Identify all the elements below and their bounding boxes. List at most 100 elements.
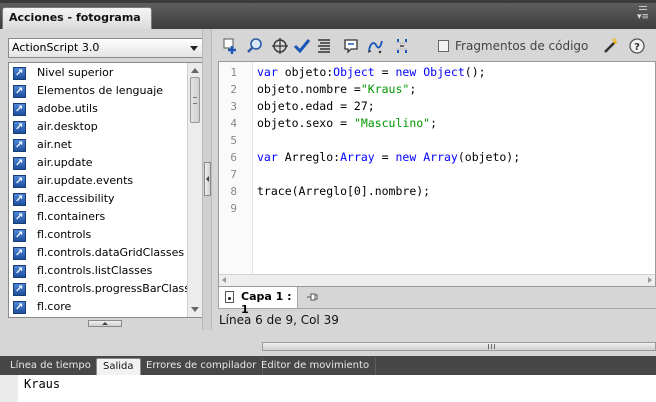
code-string: "Kraus" — [360, 82, 410, 96]
code-line[interactable]: trace(Arreglo[0].nombre); — [257, 183, 430, 200]
bottom-tab[interactable]: Salida — [96, 358, 141, 375]
code-line[interactable]: var objeto:Object = new Object(); — [257, 64, 486, 81]
code-text: objeto: — [277, 65, 334, 79]
library-tree-item[interactable]: Nivel superior — [9, 64, 187, 83]
cursor-position-status: Línea 6 de 9, Col 39 — [219, 313, 339, 327]
scroll-down-arrow-icon[interactable] — [191, 307, 199, 312]
script-tab-layer1[interactable]: Capa 1 : 1 — [218, 287, 298, 316]
code-text: objeto.sexo = — [257, 116, 354, 130]
scroll-up-arrow-icon[interactable] — [191, 68, 199, 73]
library-tree-item[interactable]: fl.controls — [9, 226, 187, 245]
auto-format-icon[interactable] — [315, 37, 333, 55]
package-icon — [13, 101, 26, 119]
library-tree: Nivel superior Elementos de lenguaje adobe… — [8, 62, 203, 318]
bottom-tab[interactable]: Errores de compilador — [140, 358, 264, 375]
language-version-value: ActionScript 3.0 — [12, 41, 100, 54]
pin-script-icon[interactable] — [306, 292, 318, 303]
code-line[interactable]: var Arreglo:Array = new Array(objeto); — [257, 149, 520, 166]
library-tree-item[interactable]: fl.controls.dataGridClasses — [9, 244, 187, 263]
library-tree-item[interactable]: air.update.events — [9, 172, 187, 191]
magic-wand-icon[interactable] — [601, 37, 619, 55]
check-syntax-icon[interactable] — [293, 37, 311, 55]
package-icon — [13, 137, 26, 155]
panel-resize-bar[interactable] — [262, 342, 656, 351]
script-tab-strip: Capa 1 : 1 — [218, 287, 656, 316]
panel-menu-icon[interactable]: ▾≡ — [636, 12, 650, 22]
panel-tab-actions[interactable]: Acciones - fotograma — [2, 7, 152, 29]
code-snippets-label: Fragmentos de código — [455, 39, 589, 53]
library-tree-item[interactable]: Elementos de lenguaje — [9, 82, 187, 101]
package-icon — [13, 281, 26, 299]
code-keyword: Array — [340, 150, 375, 164]
code-text: ; — [430, 116, 438, 130]
code-text: (objeto); — [457, 150, 521, 164]
scroll-left-arrow-icon[interactable] — [222, 277, 226, 283]
script-editor[interactable]: 123456789 var objeto:Object = new Object… — [218, 61, 656, 287]
panel-title-bar: Acciones - fotograma ▾≡ — [0, 3, 656, 29]
code-line[interactable]: objeto.nombre ="Kraus"; — [257, 81, 416, 98]
library-tree-item[interactable]: fl.controls.listClasses — [9, 262, 187, 281]
language-version-select[interactable]: ActionScript 3.0 — [8, 38, 203, 58]
library-tree-item[interactable]: air.desktop — [9, 118, 187, 137]
scroll-right-arrow-icon[interactable] — [648, 277, 652, 283]
debug-options-icon[interactable] — [366, 37, 384, 55]
horizontal-splitter[interactable] — [0, 337, 656, 356]
code-keyword: Object — [423, 65, 465, 79]
code-text: ; — [409, 82, 417, 96]
line-number: 7 — [230, 168, 237, 181]
library-tree-scrollbar[interactable] — [187, 63, 202, 317]
insert-target-path-icon[interactable] — [271, 37, 289, 55]
collapse-braces-icon[interactable] — [393, 37, 411, 55]
code-keyword: var — [257, 150, 278, 164]
vertical-splitter[interactable] — [202, 29, 212, 330]
collapse-toolbox-button[interactable] — [204, 162, 211, 196]
code-text: trace(Arreglo[0].nombre); — [257, 184, 431, 198]
line-number: 3 — [230, 100, 237, 113]
line-number: 9 — [230, 202, 237, 215]
output-panel: Kraus — [0, 375, 656, 402]
line-number: 8 — [230, 185, 237, 198]
find-icon[interactable] — [246, 37, 264, 55]
help-icon[interactable]: ? — [628, 37, 646, 55]
collapse-panel-icon[interactable] — [636, 6, 650, 11]
editor-horizontal-scrollbar[interactable] — [219, 274, 655, 286]
bottom-tab[interactable]: Línea de tiempo — [4, 358, 98, 375]
code-text: objeto.nombre = — [257, 82, 361, 96]
grip-icon — [488, 344, 495, 349]
frame-script-icon — [225, 291, 234, 303]
library-tree-item[interactable]: fl.controls.progressBarClasses — [9, 280, 202, 299]
bottom-panel-tabs: Línea de tiempo Salida Errores de compilad… — [0, 356, 656, 375]
code-text: Arreglo: — [277, 150, 341, 164]
code-keyword: Array — [423, 150, 458, 164]
library-tree-item-label: fl.containers — [37, 210, 106, 223]
code-keyword: new — [395, 65, 417, 79]
code-text: = — [374, 65, 396, 79]
code-line[interactable]: objeto.sexo = "Masculino"; — [257, 115, 437, 132]
library-tree-item[interactable]: air.net — [9, 136, 187, 155]
library-tree-item-label: fl.accessibility — [37, 192, 115, 205]
add-statement-icon[interactable] — [222, 37, 240, 55]
show-code-hint-icon[interactable] — [342, 37, 360, 55]
line-number: 2 — [230, 83, 237, 96]
scrollbar-thumb[interactable] — [190, 77, 200, 123]
code-text: (); — [464, 65, 486, 79]
output-text: Kraus — [24, 377, 61, 391]
library-tree-item-label: fl.core — [37, 300, 72, 313]
code-keyword: Object — [333, 65, 375, 79]
code-text: objeto.edad = 27; — [257, 99, 375, 113]
line-number-gutter: 1 2 3 4 5 6 7 8 9 — [219, 62, 253, 286]
bottom-tab[interactable]: Editor de movimiento — [255, 358, 377, 375]
library-tree-item-label: Nivel superior — [37, 66, 114, 79]
library-tree-item-label: fl.controls.progressBarClasses — [37, 282, 203, 295]
code-line[interactable]: objeto.edad = 27; — [257, 98, 375, 115]
package-icon — [13, 119, 26, 137]
library-tree-item[interactable]: adobe.utils — [9, 100, 187, 119]
library-tree-item-label: air.update.events — [37, 174, 134, 187]
library-tree-item[interactable]: air.update — [9, 154, 187, 173]
library-tree-item-label: adobe.utils — [37, 102, 98, 115]
chevron-down-icon — [190, 46, 198, 51]
collapse-script-navigator-button[interactable] — [88, 320, 122, 327]
library-tree-item[interactable]: fl.accessibility — [9, 190, 187, 209]
library-tree-item[interactable]: fl.core — [9, 298, 187, 317]
library-tree-item[interactable]: fl.containers — [9, 208, 187, 227]
